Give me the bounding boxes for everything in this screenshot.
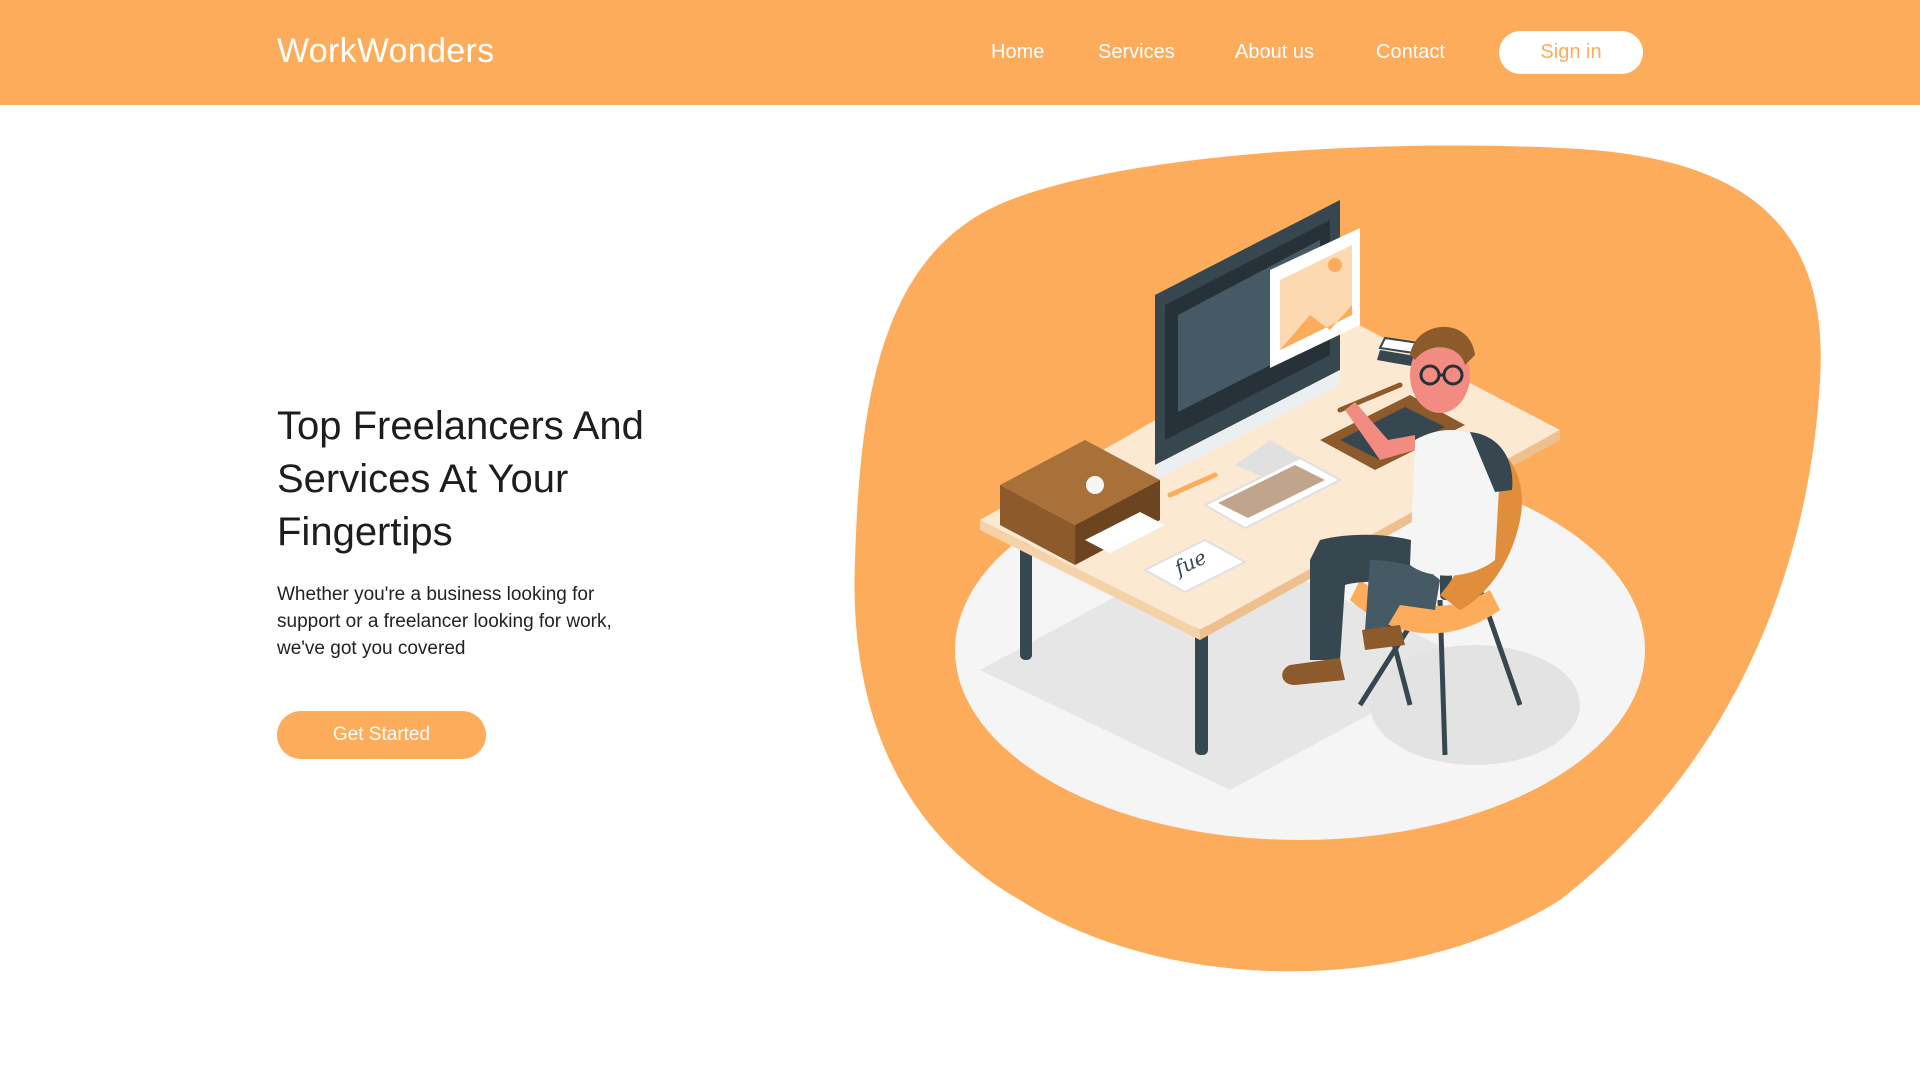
hero-subtitle-line-2: support or a freelancer looking for work… [277,611,612,632]
hero-title-line-2: Services At Your [277,457,569,501]
hero-section: Top Freelancers And Services At Your Fin… [277,400,697,662]
sign-in-button[interactable]: Sign in [1499,31,1643,74]
nav-home-link[interactable]: Home [991,41,1044,64]
hero-subtitle: Whether you're a business looking for su… [277,581,657,662]
hero-subtitle-line-3: we've got you covered [277,638,466,659]
hero-title-line-1: Top Freelancers And [277,404,644,448]
desk-leg-front [1195,620,1208,755]
nav-about-link[interactable]: About us [1235,41,1314,64]
hero-title-line-3: Fingertips [277,510,453,554]
top-navbar: WorkWonders Home Services About us Conta… [0,0,1920,105]
nav-services-link[interactable]: Services [1098,41,1175,64]
nav-contact-link[interactable]: Contact [1376,41,1445,64]
get-started-button[interactable]: Get Started [277,711,486,759]
hero-title: Top Freelancers And Services At Your Fin… [277,400,697,559]
freelancer-desk-illustration: fue [854,145,1821,972]
hero-subtitle-line-1: Whether you're a business looking for [277,584,595,605]
desk-leg-left [1020,540,1032,660]
